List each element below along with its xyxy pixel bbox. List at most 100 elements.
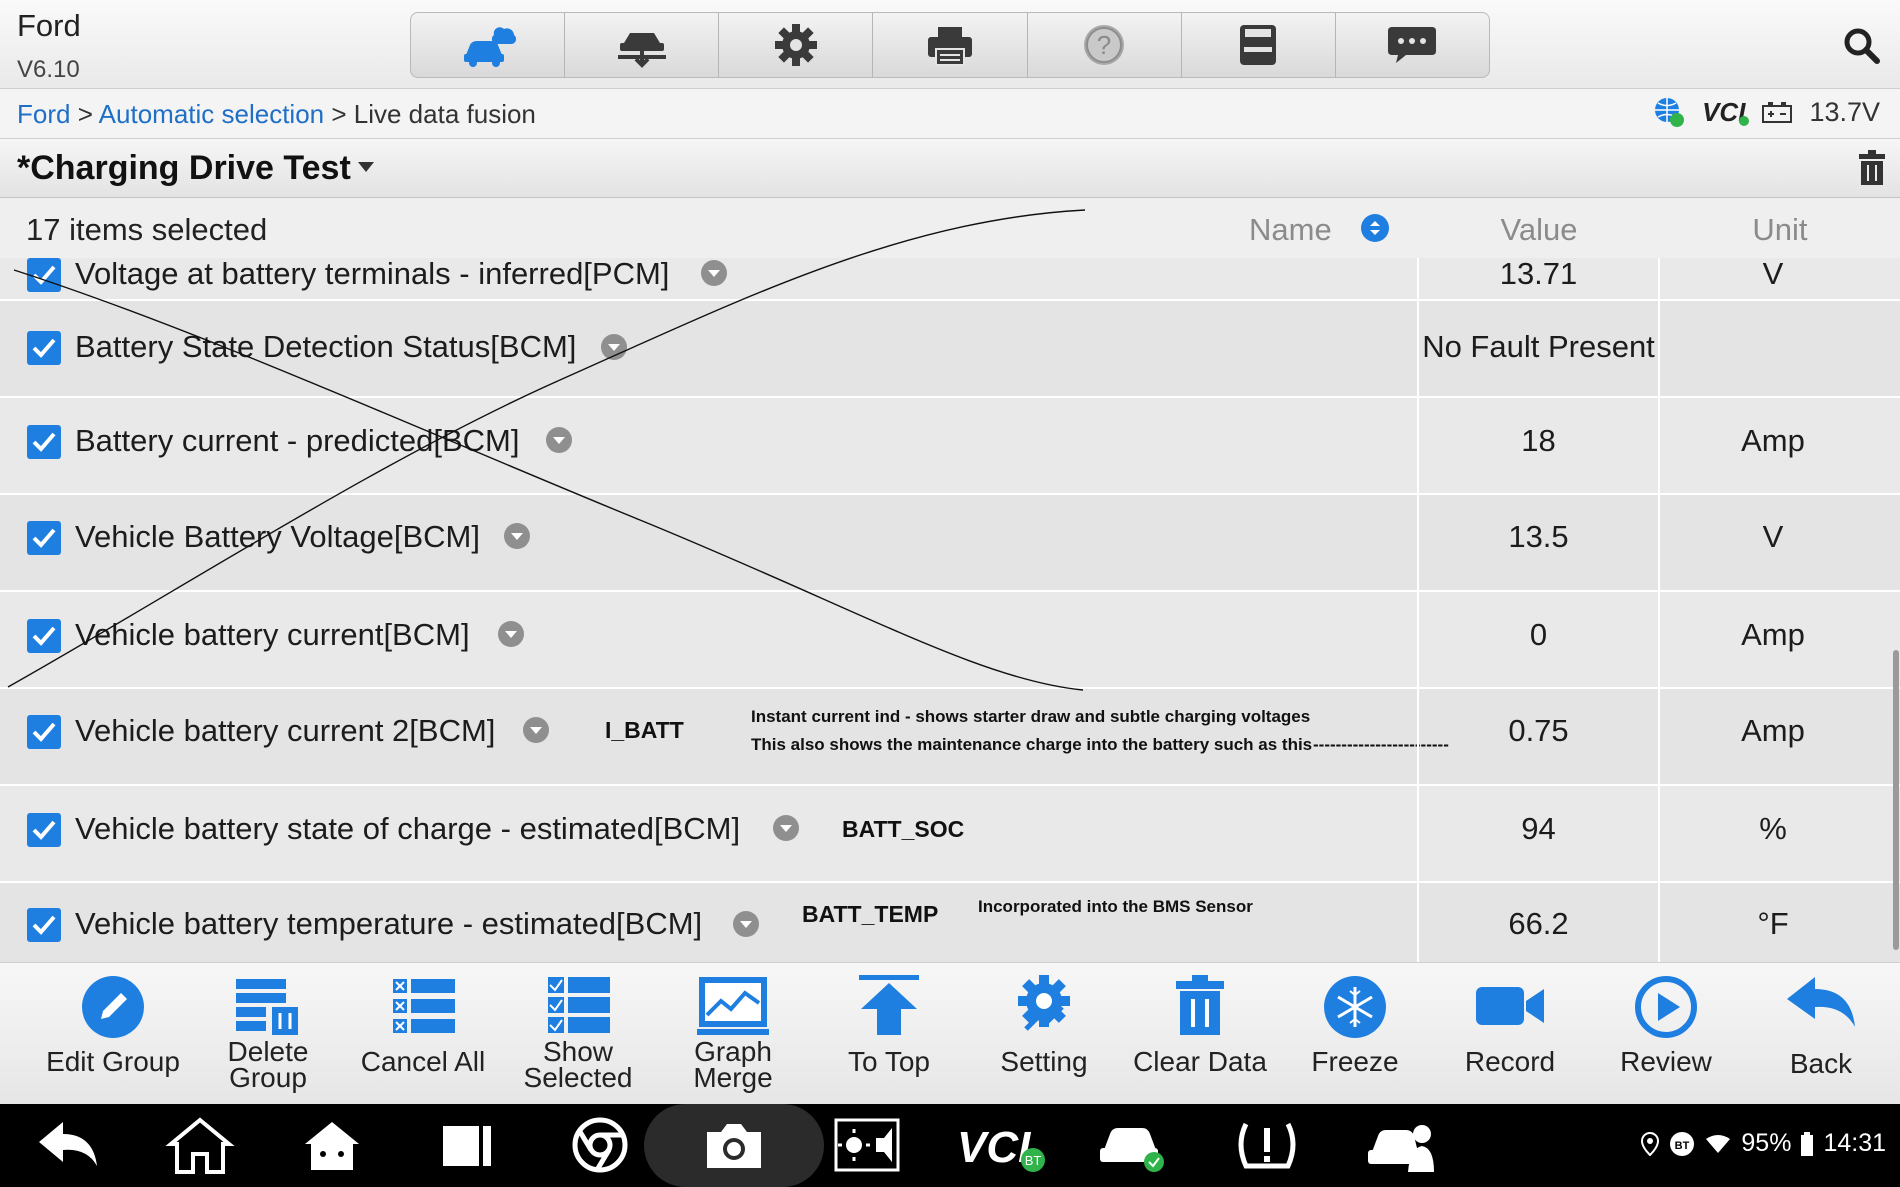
graph-icon — [697, 977, 769, 1035]
group-title-bar[interactable]: *Charging Drive Test — [0, 139, 1900, 198]
save-icon — [1240, 25, 1277, 65]
messages-button[interactable] — [1336, 13, 1489, 77]
table-row[interactable]: Vehicle battery temperature - estimated[… — [0, 883, 1900, 962]
table-row[interactable]: Battery current - predicted[BCM] 18 Amp — [0, 398, 1900, 495]
edit-group-button[interactable]: Edit Group — [36, 963, 190, 1105]
table-row[interactable]: Voltage at battery terminals - inferred[… — [0, 258, 1900, 301]
record-button[interactable]: Record — [1433, 963, 1587, 1105]
chevron-down-icon[interactable] — [732, 910, 760, 938]
breadcrumb-automatic-selection-link[interactable]: Automatic selection — [99, 99, 324, 129]
chevron-down-icon[interactable] — [600, 333, 628, 361]
row-checkbox[interactable] — [27, 331, 61, 365]
row-unit: Amp — [1741, 713, 1805, 748]
row-value: 66.2 — [1508, 906, 1569, 941]
chevron-down-icon[interactable] — [545, 426, 573, 454]
row-checkbox[interactable] — [27, 813, 61, 847]
message-icon — [1388, 27, 1437, 63]
table-row[interactable]: Vehicle battery current 2[BCM] I_BATT In… — [0, 689, 1900, 786]
cancel-all-button[interactable]: Cancel All — [346, 963, 500, 1105]
tpms-icon[interactable] — [1232, 1114, 1302, 1176]
show-selected-button[interactable]: Show Selected — [501, 963, 655, 1105]
back-arrow-icon[interactable] — [33, 1114, 103, 1176]
review-button[interactable]: Review — [1589, 963, 1743, 1105]
chevron-down-icon[interactable] — [772, 814, 800, 842]
row-value: 94 — [1521, 811, 1556, 846]
row-value: No Fault Present — [1422, 329, 1655, 364]
freeze-button[interactable]: Freeze — [1278, 963, 1432, 1105]
chevron-down-icon[interactable] — [503, 522, 531, 550]
camera-icon[interactable] — [699, 1114, 769, 1176]
battery-icon — [1801, 1131, 1814, 1156]
row-unit: Amp — [1741, 617, 1805, 652]
arrow-up-icon — [859, 975, 919, 1035]
scrollbar[interactable] — [1893, 650, 1899, 950]
row-checkbox[interactable] — [27, 908, 61, 942]
delete-group-button[interactable]: Delete Group — [191, 963, 345, 1105]
chevron-down-icon[interactable] — [522, 716, 550, 744]
connection-status: VCI 13.7V — [1652, 95, 1880, 129]
column-header-name[interactable]: Name — [1249, 212, 1332, 248]
vehicle-brand: Ford — [17, 8, 81, 43]
chevron-down-icon[interactable] — [497, 620, 525, 648]
cancel-list-icon — [393, 979, 455, 1033]
row-checkbox[interactable] — [27, 715, 61, 749]
row-name: Battery State Detection Status[BCM] — [75, 329, 577, 364]
home-icon[interactable] — [165, 1114, 235, 1176]
row-checkbox[interactable] — [27, 258, 61, 292]
recent-apps-icon[interactable] — [433, 1114, 503, 1176]
car-check-icon[interactable] — [1096, 1114, 1166, 1176]
snowflake-icon — [1324, 976, 1386, 1038]
print-button[interactable] — [873, 13, 1028, 77]
settings-button[interactable] — [719, 13, 874, 77]
pencil-icon — [82, 976, 144, 1038]
voltage-readout: 13.7V — [1809, 96, 1880, 127]
row-unit: Amp — [1741, 423, 1805, 458]
table-row[interactable]: Vehicle battery current[BCM] 0 Amp — [0, 592, 1900, 689]
row-name: Vehicle Battery Voltage[BCM] — [75, 519, 480, 554]
chrome-icon[interactable] — [565, 1114, 635, 1176]
row-checkbox[interactable] — [27, 425, 61, 459]
vehicle-cloud-icon — [463, 27, 516, 67]
car-service-icon[interactable] — [1366, 1114, 1436, 1176]
sort-icon[interactable] — [1360, 213, 1390, 243]
main-toolbar: ? — [410, 12, 1490, 78]
live-data-list: Voltage at battery terminals - inferred[… — [0, 258, 1900, 962]
row-value: 18 — [1521, 423, 1556, 458]
column-header-value: Value — [1500, 212, 1578, 247]
back-button[interactable]: Back — [1744, 963, 1898, 1105]
search-icon[interactable] — [1842, 26, 1882, 66]
chevron-down-icon[interactable] — [700, 259, 728, 287]
page-title[interactable]: *Charging Drive Test — [17, 149, 351, 188]
graph-merge-button[interactable]: Graph Merge — [656, 963, 810, 1105]
android-home-icon[interactable] — [297, 1114, 367, 1176]
svg-text:BT: BT — [1025, 1153, 1042, 1168]
trash-icon — [1176, 975, 1224, 1035]
video-camera-icon — [1476, 987, 1544, 1025]
clear-data-button[interactable]: Clear Data — [1123, 963, 1277, 1105]
vci-app-icon[interactable]: VCIBT — [955, 1114, 1047, 1176]
trash-icon[interactable] — [1858, 150, 1886, 186]
annotation-code: BATT_TEMP — [802, 901, 939, 927]
table-row[interactable]: Battery State Detection Status[BCM] No F… — [0, 301, 1900, 398]
vehicle-lift-icon — [617, 33, 666, 68]
brightness-volume-icon[interactable] — [832, 1114, 902, 1176]
battery-percent: 95% — [1741, 1129, 1792, 1157]
table-row[interactable]: Vehicle Battery Voltage[BCM] 13.5 V — [0, 495, 1900, 592]
row-checkbox[interactable] — [27, 619, 61, 653]
table-row[interactable]: Vehicle battery state of charge - estima… — [0, 786, 1900, 883]
breadcrumb-ford-link[interactable]: Ford — [17, 99, 70, 129]
row-checkbox[interactable] — [27, 521, 61, 555]
save-button[interactable] — [1182, 13, 1336, 77]
annotation-note: Instant current ind - shows starter draw… — [751, 707, 1311, 726]
breadcrumb-bar: Ford > Automatic selection > Live data f… — [0, 89, 1900, 139]
help-button[interactable]: ? — [1028, 13, 1182, 77]
row-name: Voltage at battery terminals - inferred[… — [75, 258, 670, 291]
to-top-button[interactable]: To Top — [812, 963, 966, 1105]
vehicle-lift-button[interactable] — [565, 13, 720, 77]
chevron-down-icon[interactable] — [357, 161, 375, 173]
vehicle-cloud-button[interactable] — [411, 13, 566, 77]
system-status: BT 95% 14:31 — [1641, 1129, 1886, 1158]
selected-count: 17 items selected — [26, 212, 268, 247]
printer-icon — [927, 27, 972, 66]
setting-button[interactable]: Setting — [967, 963, 1121, 1105]
